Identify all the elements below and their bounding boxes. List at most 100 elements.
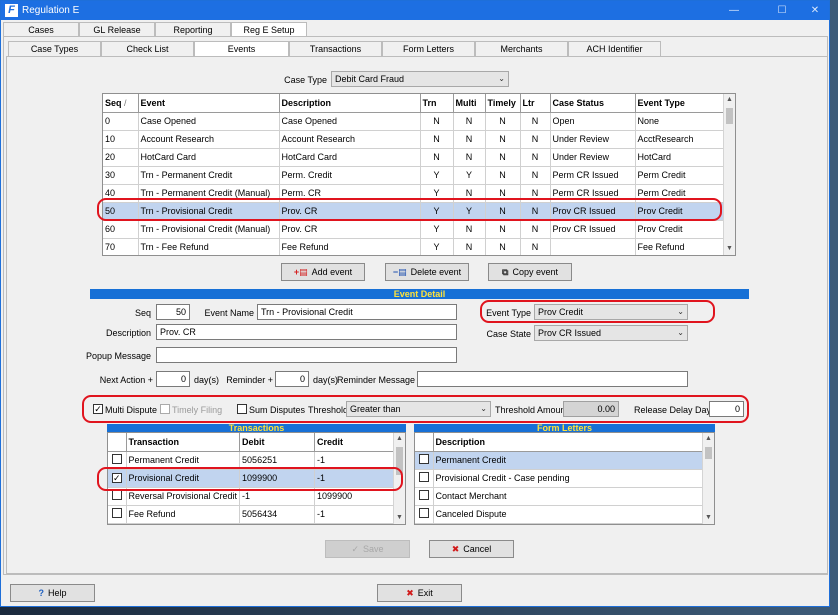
threshold-amount-label: Threshold Amount [495,405,569,415]
scroll-up-icon[interactable]: ▲ [394,433,405,445]
table-row[interactable]: Canceled Dispute [415,505,704,524]
tab-cases[interactable]: Cases [3,22,79,37]
col-event[interactable]: Event [138,94,280,113]
tab-gl-release[interactable]: GL Release [79,22,155,37]
col-debit[interactable]: Debit [239,433,316,452]
table-row-selected[interactable]: 50 Trn - Provisional Credit Prov. CR Y Y N N Pr… [103,202,724,221]
popup-message-field[interactable] [156,347,457,363]
events-grid-scrollbar[interactable]: ▲ ▼ [723,94,735,255]
col-event-type[interactable]: Event Type [635,94,724,113]
table-row-selected[interactable]: ✓ Provisional Credit 1099900 -1 [108,469,396,488]
col-case-status[interactable]: Case Status [550,94,636,113]
col-ltr[interactable]: Ltr [520,94,551,113]
scroll-up-icon[interactable]: ▲ [724,94,735,106]
scroll-thumb[interactable] [726,108,733,124]
threshold-amount-field[interactable]: 0.00 [563,401,619,417]
cell-transaction: Fee Refund [126,505,241,524]
reminder-field[interactable]: 0 [275,371,309,387]
case-state-select[interactable]: Prov CR Issued ⌄ [534,325,688,341]
table-row[interactable]: Reversal Provisional Credit -1 1099900 [108,487,396,506]
row-checkbox-checked[interactable]: ✓ [111,473,122,483]
case-type-select[interactable]: Debit Card Fraud ⌄ [331,71,509,87]
col-credit[interactable]: Credit [314,433,396,452]
exit-button[interactable]: ✖ Exit [377,584,462,602]
form-letters-grid[interactable]: Description Permanent Credit Provisional… [414,432,715,525]
cell-timely: N [485,130,521,149]
release-delay-field[interactable]: 0 [709,401,744,417]
seq-field[interactable]: 50 [156,304,190,320]
table-row[interactable]: 60 Trn - Provisional Credit (Manual) Prov.… [103,220,724,239]
table-row[interactable]: 70 Trn - Fee Refund Fee Refund Y N N N Fee Refu… [103,238,724,255]
next-action-field[interactable]: 0 [156,371,190,387]
row-checkbox[interactable] [111,508,122,518]
cancel-button[interactable]: ✖ Cancel [429,540,514,558]
tab-case-types[interactable]: Case Types [8,41,101,56]
maximize-icon[interactable]: ☐ [769,2,795,19]
table-row[interactable]: 0 Case Opened Case Opened N N N N Open None [103,112,724,131]
table-row[interactable]: 10 Account Research Account Research N N N N Un… [103,130,724,149]
copy-event-button[interactable]: ⧉ Copy event [488,263,572,281]
title-bar[interactable]: F Regulation E — ☐ ✕ [1,1,829,20]
scroll-thumb[interactable] [705,447,712,459]
row-checkbox[interactable] [111,490,122,500]
description-field[interactable]: Prov. CR [156,324,457,340]
event-name-field[interactable]: Trn - Provisional Credit [257,304,457,320]
col-multi[interactable]: Multi [453,94,486,113]
tab-reporting[interactable]: Reporting [155,22,231,37]
sum-disputes-checkbox[interactable] [237,404,247,414]
tab-check-list[interactable]: Check List [101,41,194,56]
tab-events[interactable]: Events [194,41,289,57]
cell-debit: 5056251 [239,451,316,470]
table-row[interactable]: 20 HotCard Card HotCard Card N N N N Under Revi… [103,148,724,167]
transactions-grid[interactable]: Transaction Debit Credit Permanent Credi… [107,432,406,525]
reminder-message-field[interactable] [417,371,688,387]
add-event-button[interactable]: +▤ Add event [281,263,365,281]
scroll-down-icon[interactable]: ▼ [724,243,735,255]
cell-transaction: Permanent Credit [126,451,241,470]
table-row[interactable]: Fee Refund 5056434 -1 [108,505,396,524]
events-grid[interactable]: Seq / Event Description Trn Multi Timely… [102,93,736,256]
table-row[interactable]: Provisional Credit - Case pending [415,469,704,488]
multi-dispute-checkbox[interactable]: ✓ [93,404,103,414]
scroll-up-icon[interactable]: ▲ [703,433,714,445]
row-checkbox[interactable] [111,454,122,464]
event-type-select[interactable]: Prov Credit ⌄ [534,304,688,320]
table-row[interactable]: 40 Trn - Permanent Credit (Manual) Perm. C… [103,184,724,203]
row-checkbox[interactable] [418,490,429,500]
minimize-icon[interactable]: — [721,2,747,19]
cell-multi: N [453,112,486,131]
timely-filing-checkbox[interactable] [160,404,170,414]
cell-event: Trn - Fee Refund [138,238,280,255]
close-icon[interactable]: ✕ [802,2,828,19]
save-button[interactable]: ✓ Save [325,540,410,558]
row-checkbox[interactable] [418,454,429,464]
tab-transactions[interactable]: Transactions [289,41,382,56]
transactions-scrollbar[interactable]: ▲ ▼ [393,433,405,524]
scroll-thumb[interactable] [396,447,403,475]
cell-case-status: Perm CR Issued [550,184,636,203]
table-row[interactable]: Permanent Credit 5056251 -1 [108,451,396,470]
table-row[interactable]: 30 Trn - Permanent Credit Perm. Credit Y Y N N… [103,166,724,185]
col-timely[interactable]: Timely [485,94,521,113]
cell-multi: Y [453,166,486,185]
col-transaction[interactable]: Transaction [126,433,241,452]
scroll-down-icon[interactable]: ▼ [394,512,405,524]
col-trn[interactable]: Trn [420,94,454,113]
help-button[interactable]: ? Help [10,584,95,602]
tab-merchants[interactable]: Merchants [475,41,568,56]
row-checkbox[interactable] [418,472,429,482]
add-event-label: Add event [311,267,353,277]
table-row-selected[interactable]: Permanent Credit [415,451,704,470]
threshold-select[interactable]: Greater than ⌄ [346,401,491,417]
tab-form-letters[interactable]: Form Letters [382,41,475,56]
col-description[interactable]: Description [279,94,421,113]
tab-ach-identifier[interactable]: ACH Identifier [568,41,661,56]
col-seq[interactable]: Seq / [103,94,139,113]
row-checkbox[interactable] [418,508,429,518]
form-letters-scrollbar[interactable]: ▲ ▼ [702,433,714,524]
table-row[interactable]: Contact Merchant [415,487,704,506]
delete-event-button[interactable]: −▤ Delete event [385,263,469,281]
cell-event: Account Research [138,130,280,149]
col-letter-description[interactable]: Description [433,433,704,452]
scroll-down-icon[interactable]: ▼ [703,512,714,524]
